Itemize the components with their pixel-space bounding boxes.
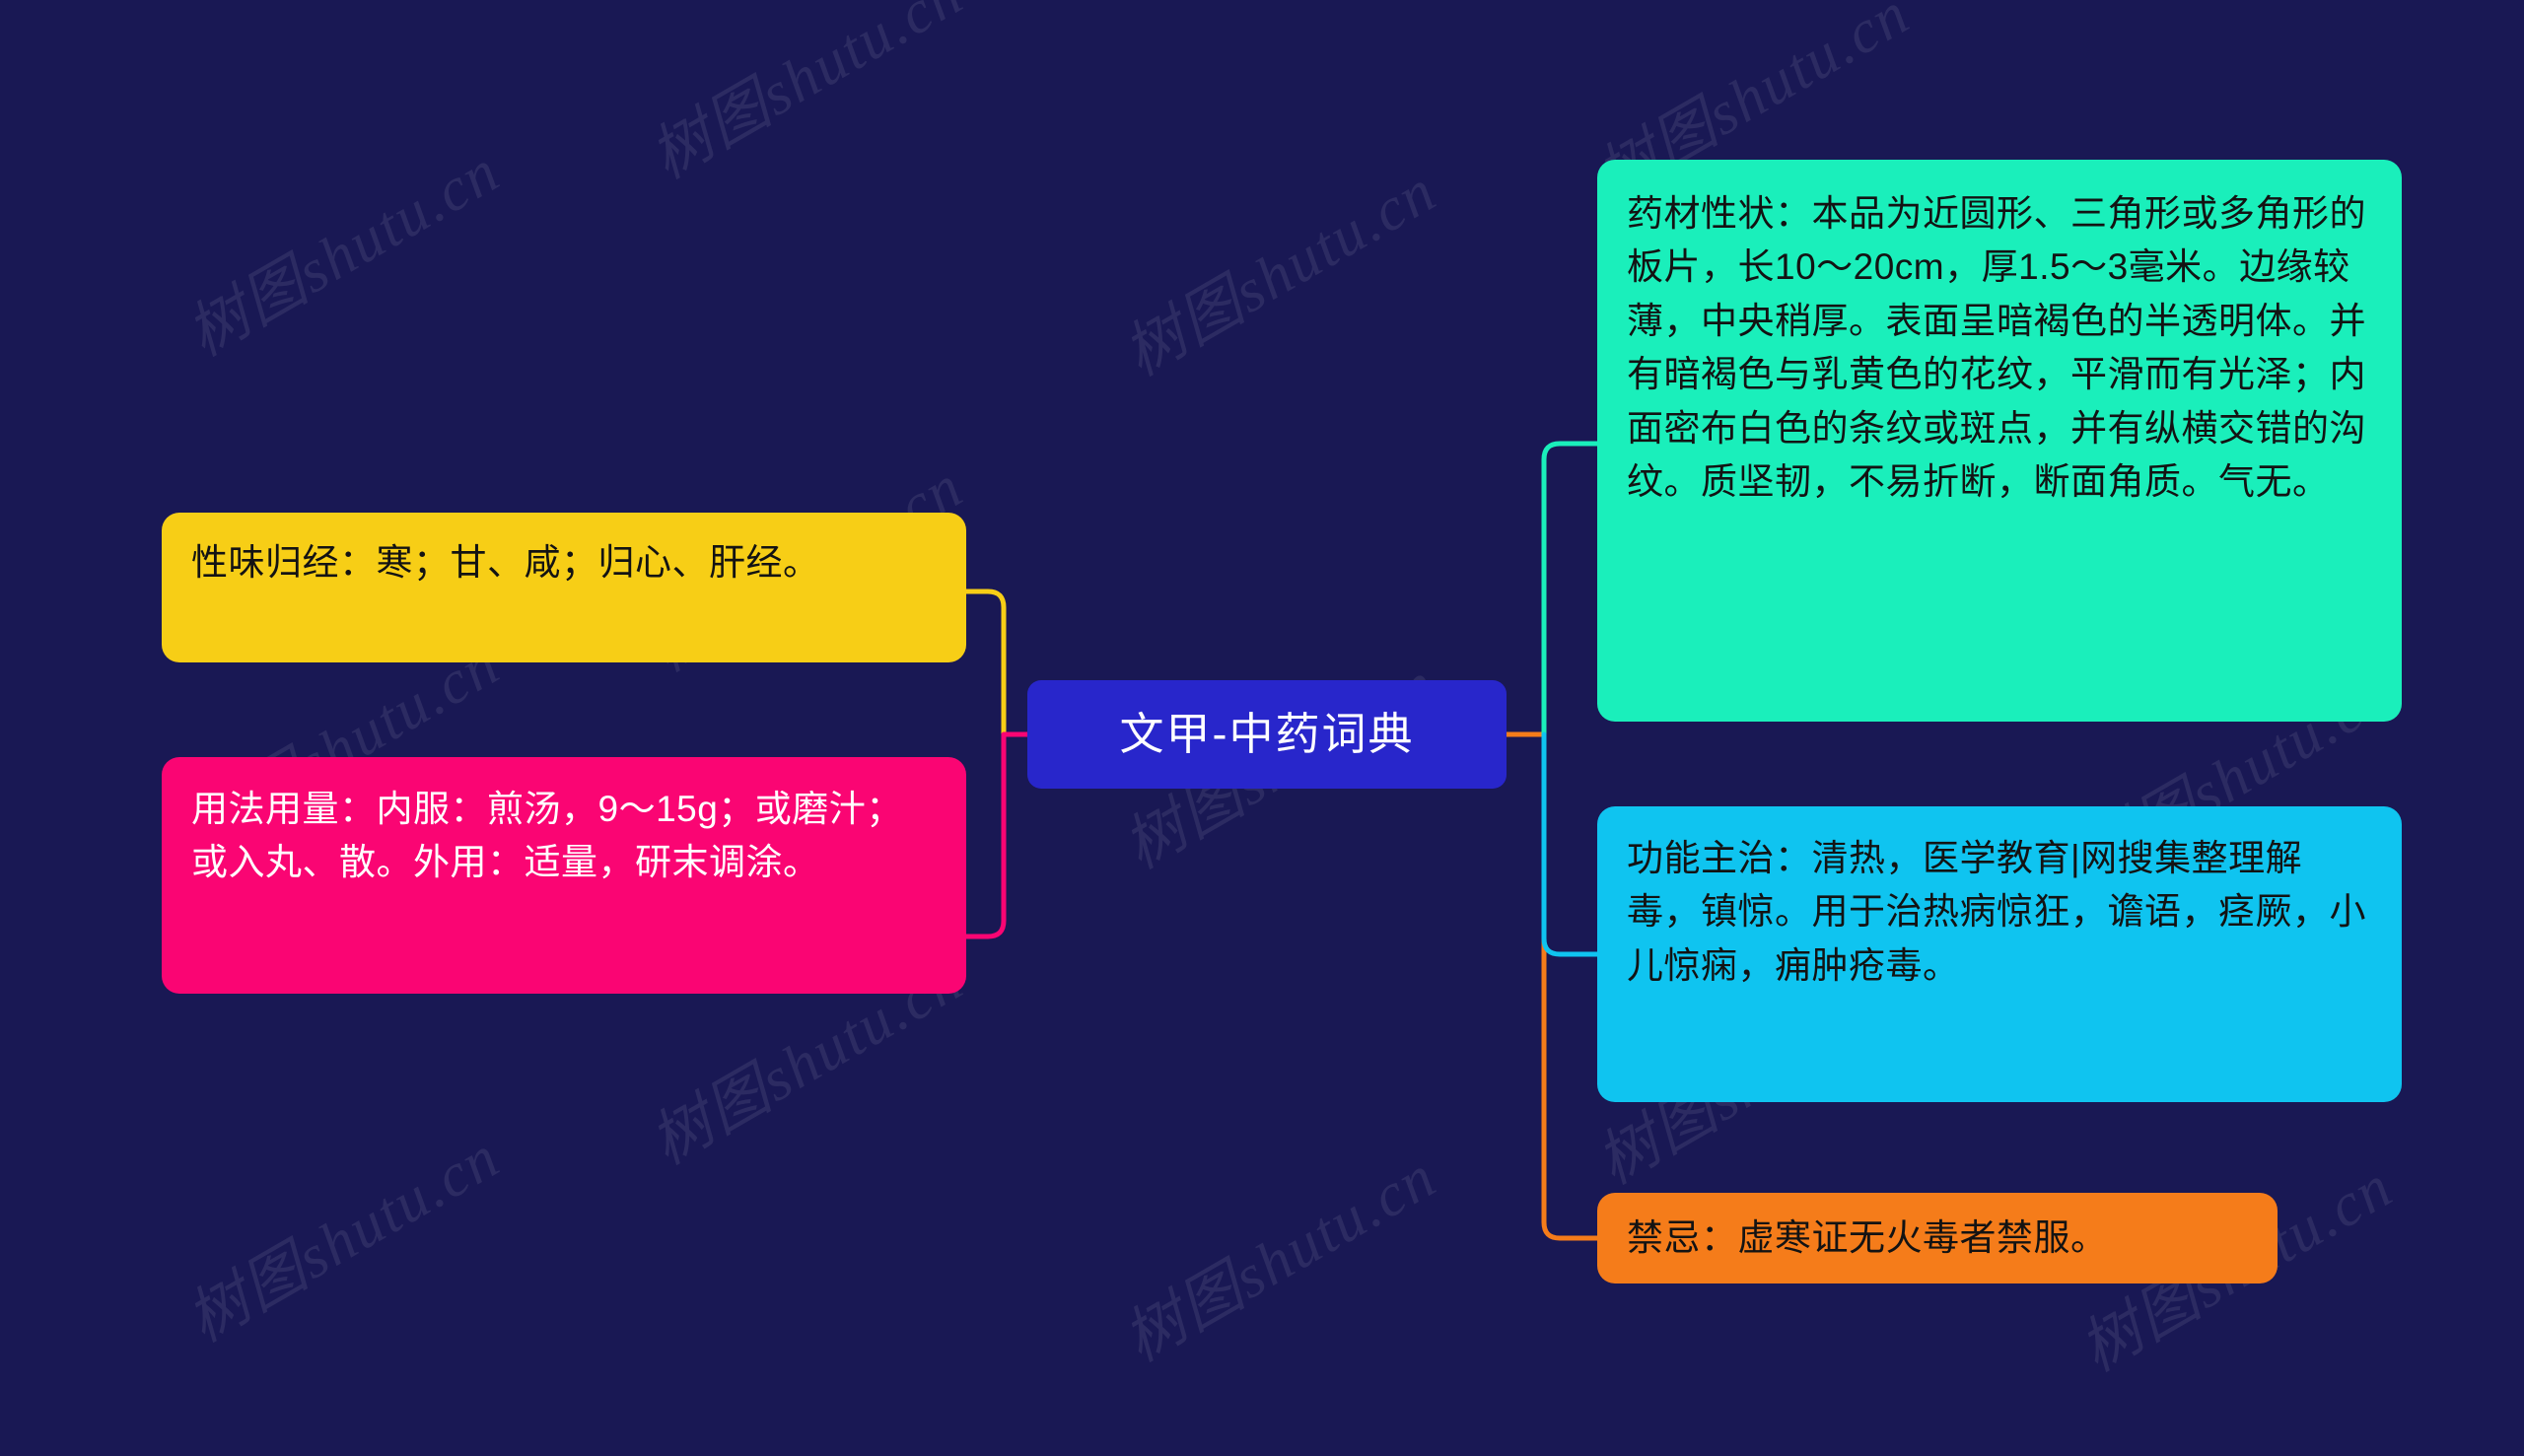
node-yaocai-xingzhuang[interactable]: 药材性状：本品为近圆形、三角形或多角形的板片，长10～20cm，厚1.5～3毫米… xyxy=(1597,160,2402,722)
connector-yongfa xyxy=(963,731,1030,939)
connector-jinji xyxy=(1504,731,1600,1241)
node-xingwei-guijing-label: 性味归经：寒；甘、咸；归心、肝经。 xyxy=(191,542,820,583)
connector-yaocai xyxy=(1541,441,1600,737)
node-yongfa-yongliang-label: 用法用量：内服：煎汤，9～15g；或磨汁；或入丸、散。外用：适量，研末调涂。 xyxy=(191,789,903,883)
mindmap-canvas: 树图shutu.cn 树图shutu.cn 树图shutu.cn 树图shutu.cn… xyxy=(0,0,2524,1456)
connector-xingwei xyxy=(963,589,1007,737)
root-node[interactable]: 文甲-中药词典 xyxy=(1027,680,1507,789)
node-yaocai-xingzhuang-label: 药材性状：本品为近圆形、三角形或多角形的板片，长10～20cm，厚1.5～3毫米… xyxy=(1627,193,2366,502)
node-jinji[interactable]: 禁忌：虚寒证无火毒者禁服。 xyxy=(1597,1193,2278,1283)
root-node-label: 文甲-中药词典 xyxy=(1119,709,1415,759)
node-xingwei-guijing[interactable]: 性味归经：寒；甘、咸；归心、肝经。 xyxy=(162,513,966,662)
node-gongneng-zhuzhi[interactable]: 功能主治：清热，医学教育|网搜集整理解毒，镇惊。用于治热病惊狂，谵语，痉厥，小儿… xyxy=(1597,806,2402,1102)
node-gongneng-zhuzhi-label: 功能主治：清热，医学教育|网搜集整理解毒，镇惊。用于治热病惊狂，谵语，痉厥，小儿… xyxy=(1627,838,2366,986)
node-jinji-label: 禁忌：虚寒证无火毒者禁服。 xyxy=(1627,1216,2108,1258)
node-yongfa-yongliang[interactable]: 用法用量：内服：煎汤，9～15g；或磨汁；或入丸、散。外用：适量，研末调涂。 xyxy=(162,757,966,994)
connector-gongneng xyxy=(1541,731,1600,957)
